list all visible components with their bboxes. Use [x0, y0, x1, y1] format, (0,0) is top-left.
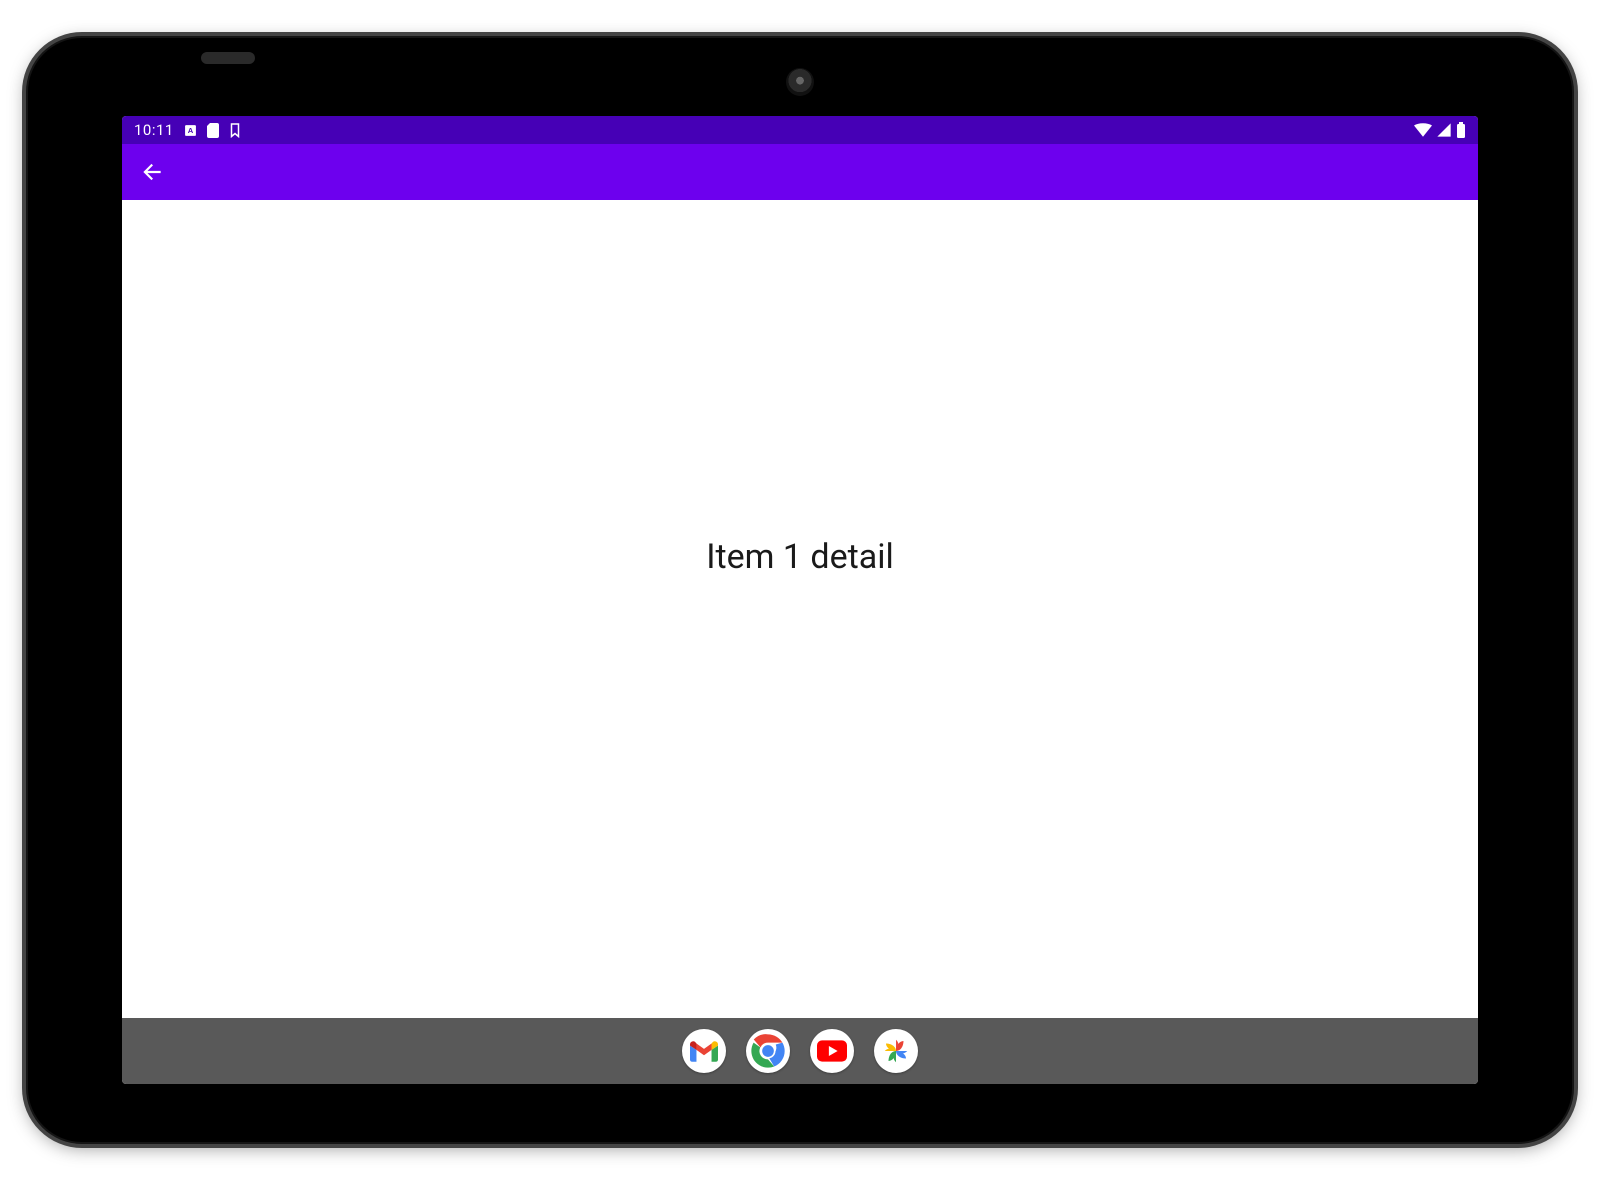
content-area: Item 1 detail	[122, 200, 1478, 1018]
status-bar-left: 10:11 A	[134, 121, 241, 139]
wifi-icon	[1414, 123, 1432, 137]
hardware-button	[201, 52, 255, 64]
tablet-device-frame: 10:11 A	[26, 36, 1574, 1144]
arrow-back-icon	[139, 159, 165, 185]
status-clock: 10:11	[134, 121, 174, 139]
status-bar-right	[1414, 122, 1466, 138]
taskbar	[122, 1018, 1478, 1084]
signal-icon	[1436, 123, 1452, 137]
chrome-icon[interactable]	[746, 1029, 790, 1073]
photos-icon[interactable]	[874, 1029, 918, 1073]
screen: 10:11 A	[122, 116, 1478, 1084]
svg-text:A: A	[188, 126, 194, 135]
sd-card-icon	[207, 123, 219, 138]
notif-a-icon: A	[184, 124, 197, 137]
gmail-icon[interactable]	[682, 1029, 726, 1073]
status-bar: 10:11 A	[122, 116, 1478, 144]
battery-icon	[1456, 122, 1466, 138]
youtube-icon[interactable]	[810, 1029, 854, 1073]
back-button[interactable]	[128, 148, 176, 196]
bookmark-outline-icon	[229, 123, 241, 138]
detail-text: Item 1 detail	[706, 537, 894, 577]
app-bar	[122, 144, 1478, 200]
front-camera	[786, 68, 814, 96]
